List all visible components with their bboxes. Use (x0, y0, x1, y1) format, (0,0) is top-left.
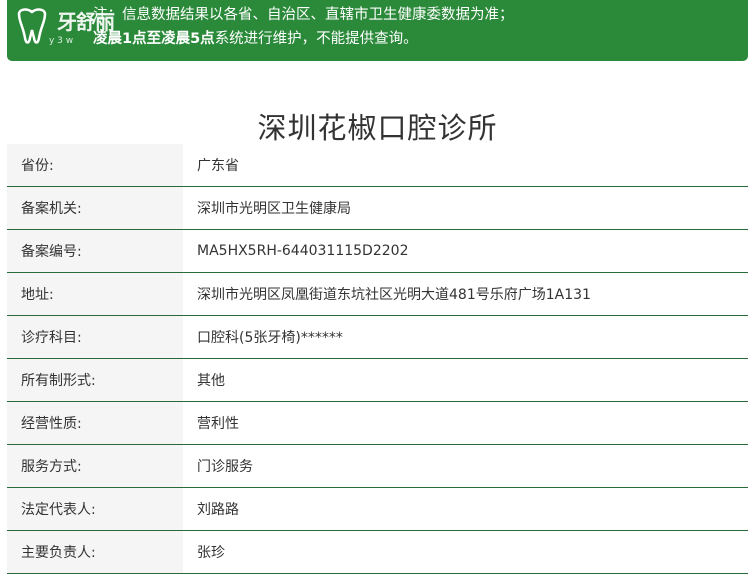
table-row: 法定代表人: 刘路路 (7, 487, 748, 531)
clinic-info-table: 省份: 广东省 备案机关: 深圳市光明区卫生健康局 备案编号: MA5HX5RH… (7, 144, 748, 574)
tooth-icon (17, 8, 47, 44)
row-label: 地址: (7, 272, 183, 316)
notice-line-1: 注：信息数据结果以各省、自治区、直辖市卫生健康委数据为准； (93, 7, 514, 23)
row-value: 口腔科(5张牙椅)****** (197, 330, 343, 346)
table-row: 所有制形式: 其他 (7, 358, 748, 402)
row-label: 所有制形式: (7, 358, 183, 402)
row-label: 主要负责人: (7, 530, 183, 574)
row-label: 法定代表人: (7, 487, 183, 531)
row-label: 备案机关: (7, 186, 183, 230)
row-label: 经营性质: (7, 401, 183, 445)
table-row: 备案编号: MA5HX5RH-644031115D2202 (7, 229, 748, 273)
row-value: 营利性 (197, 416, 239, 432)
notice-line-2: 凌晨1点至凌晨5点系统进行维护，不能提供查询。 (93, 29, 418, 49)
table-row: 服务方式: 门诊服务 (7, 444, 748, 488)
table-row: 经营性质: 营利性 (7, 401, 748, 445)
row-label: 服务方式: (7, 444, 183, 488)
table-row: 诊疗科目: 口腔科(5张牙椅)****** (7, 315, 748, 359)
maintenance-hours: 凌晨1点至凌晨5点 (93, 31, 215, 47)
row-value: 刘路路 (197, 502, 239, 518)
row-value: 其他 (197, 373, 225, 389)
page-title: 深圳花椒口腔诊所 (257, 111, 498, 146)
row-value: 广东省 (197, 158, 239, 174)
table-row: 备案机关: 深圳市光明区卫生健康局 (7, 186, 748, 230)
table-row: 地址: 深圳市光明区凤凰街道东坑社区光明大道481号乐府广场1A131 (7, 272, 748, 316)
notice-banner: 牙舒丽 y 3 w 注：信息数据结果以各省、自治区、直辖市卫生健康委数据为准； … (7, 0, 748, 61)
row-value: 深圳市光明区凤凰街道东坑社区光明大道481号乐府广场1A131 (197, 287, 591, 303)
row-label: 诊疗科目: (7, 315, 183, 359)
row-value: 张珍 (197, 545, 225, 561)
row-label: 备案编号: (7, 229, 183, 273)
row-value: MA5HX5RH-644031115D2202 (197, 243, 409, 259)
row-label: 省份: (7, 144, 183, 187)
watermark-sub: y 3 w (49, 36, 74, 46)
table-row: 主要负责人: 张珍 (7, 530, 748, 574)
maintenance-text: 系统进行维护，不能提供查询。 (214, 31, 418, 47)
row-value: 深圳市光明区卫生健康局 (197, 201, 351, 217)
row-value: 门诊服务 (197, 459, 253, 475)
table-row: 省份: 广东省 (7, 144, 748, 187)
